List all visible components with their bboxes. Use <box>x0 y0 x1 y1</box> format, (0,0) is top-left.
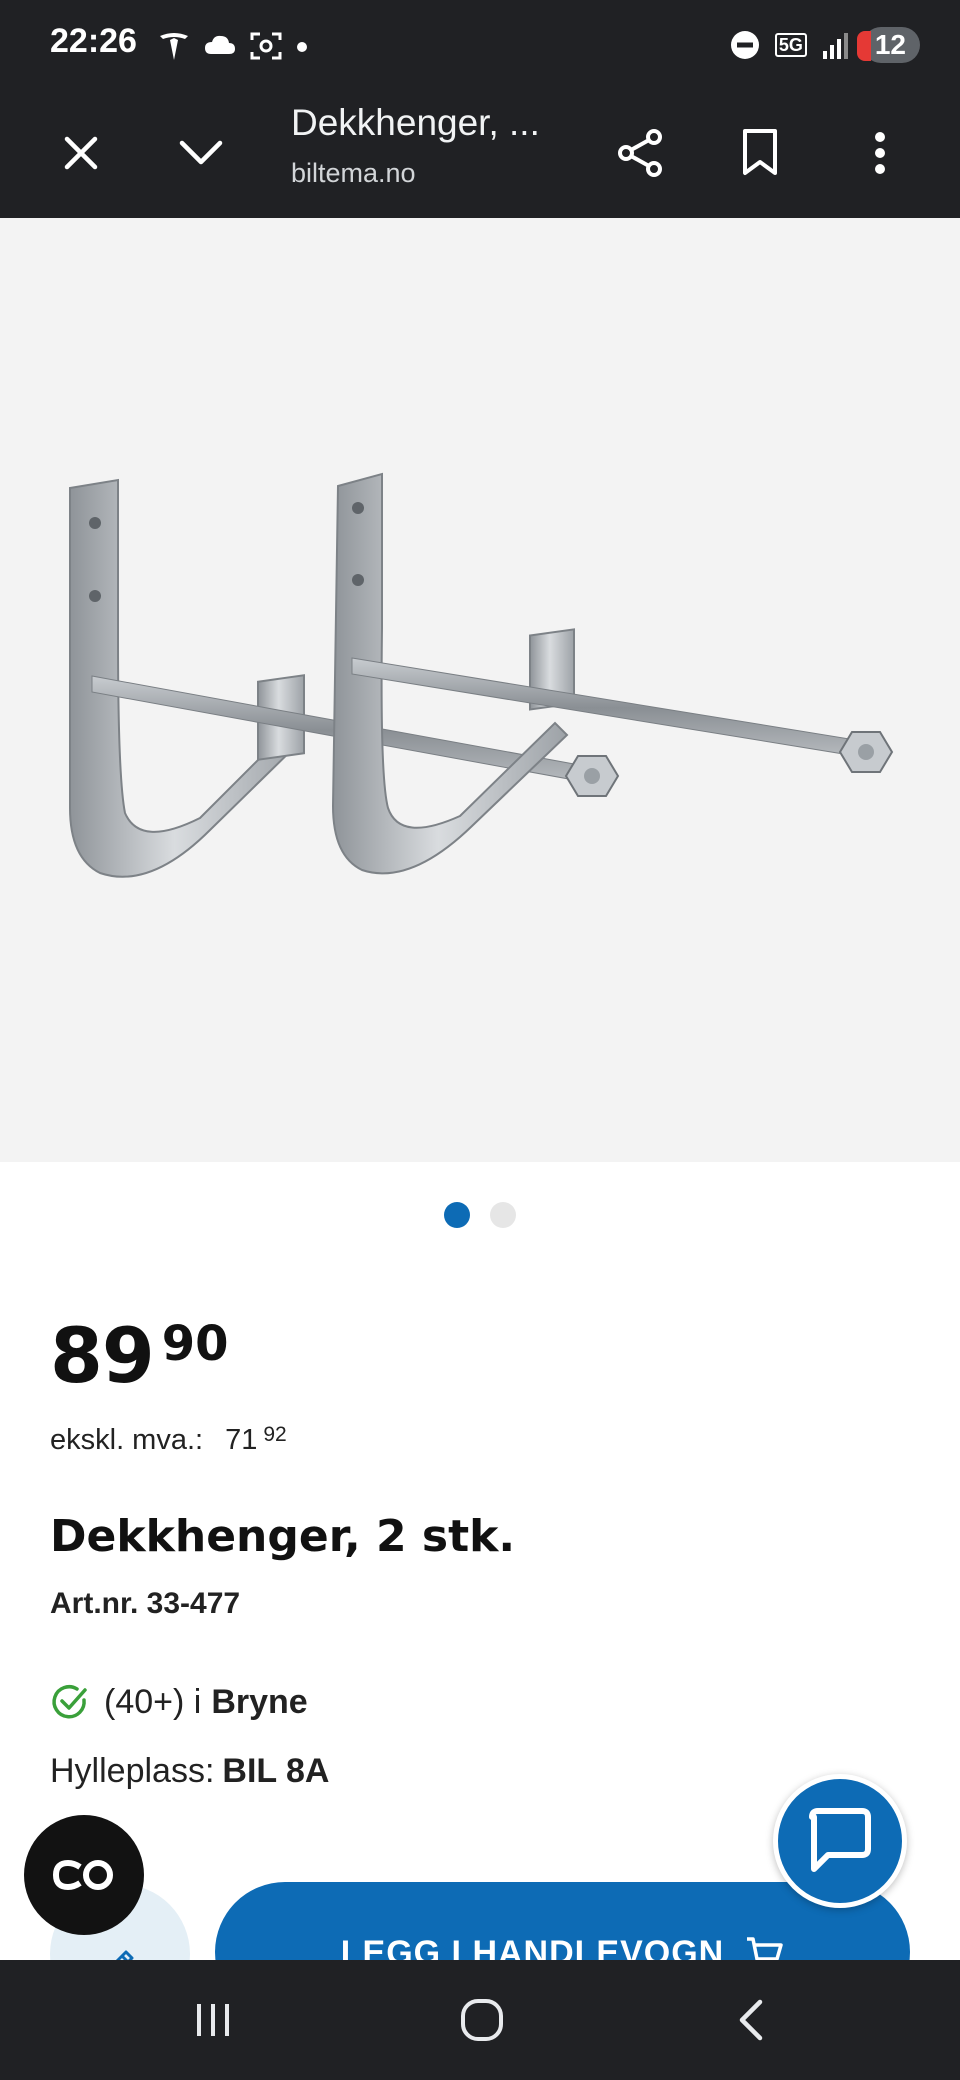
price-excl-vat: ekskl. mva.: 71 92 <box>50 1423 287 1457</box>
close-icon <box>64 136 98 170</box>
more-menu-button[interactable] <box>840 113 920 193</box>
signal-icon <box>822 33 848 59</box>
co-icon <box>52 1859 113 1891</box>
network-label: 5G <box>774 33 807 57</box>
home-icon <box>461 1999 503 2041</box>
more-vert-icon <box>875 132 885 174</box>
dot-icon <box>297 42 307 52</box>
assistant-fab[interactable] <box>24 1815 144 1935</box>
recent-apps-button[interactable] <box>163 1980 263 2060</box>
bookmark-icon <box>743 129 777 175</box>
chat-icon <box>809 1808 871 1872</box>
collapse-button[interactable] <box>161 113 241 193</box>
system-nav-bar <box>0 1960 960 2080</box>
gallery-indicator <box>0 1202 960 1230</box>
price-decimals: 90 <box>161 1316 229 1372</box>
status-time: 22:26 <box>50 22 137 60</box>
home-button[interactable] <box>432 1980 532 2060</box>
excl-vat-label: ekskl. mva.: <box>50 1424 204 1456</box>
tesla-icon <box>160 33 188 60</box>
status-icons-left <box>156 26 310 66</box>
excl-vat-integer: 71 <box>225 1424 258 1456</box>
share-button[interactable] <box>600 113 680 193</box>
stock-count: (40+) i <box>104 1682 202 1721</box>
gallery-dot-1[interactable] <box>444 1202 470 1228</box>
notification-badge: 12 <box>856 27 920 63</box>
tire-hanger-image <box>69 472 894 878</box>
excl-vat-decimals: 92 <box>263 1423 287 1446</box>
cloud-icon <box>205 35 235 54</box>
page-domain[interactable]: biltema.no <box>291 158 416 189</box>
price-integer: 89 <box>50 1311 155 1400</box>
product-image[interactable] <box>0 218 960 1162</box>
share-icon <box>618 129 662 177</box>
browser-toolbar: Dekkhenger, ... biltema.no <box>0 88 960 218</box>
check-circle-icon <box>52 1685 87 1719</box>
chat-button[interactable] <box>773 1774 907 1908</box>
chevron-down-icon <box>179 140 223 165</box>
product-title: Dekkhenger, 2 stk. <box>50 1511 516 1562</box>
hanger-right <box>331 472 894 875</box>
shelf-label: Hylleplass: <box>50 1752 215 1790</box>
back-icon <box>739 1999 763 2041</box>
close-button[interactable] <box>41 113 121 193</box>
back-button[interactable] <box>700 1980 800 2060</box>
shelf-location: Hylleplass: BIL 8A <box>50 1752 329 1791</box>
product-price: 89 90 <box>50 1318 229 1394</box>
article-number: Art.nr. 33-477 <box>50 1587 241 1620</box>
status-bar: 22:26 5G 12 <box>0 0 960 88</box>
recent-apps-icon <box>197 2004 229 2036</box>
dnd-icon <box>730 31 759 59</box>
stock-status[interactable]: (40+) i Bryne <box>50 1682 308 1722</box>
status-icons-right: 5G 12 <box>729 24 920 66</box>
bookmark-button[interactable] <box>720 113 800 193</box>
gallery-dot-2[interactable] <box>490 1202 516 1228</box>
stock-store[interactable]: Bryne <box>211 1683 307 1722</box>
shelf-value: BIL 8A <box>222 1752 330 1790</box>
screenshot-icon <box>250 32 282 60</box>
page-title[interactable]: Dekkhenger, ... <box>291 102 540 144</box>
